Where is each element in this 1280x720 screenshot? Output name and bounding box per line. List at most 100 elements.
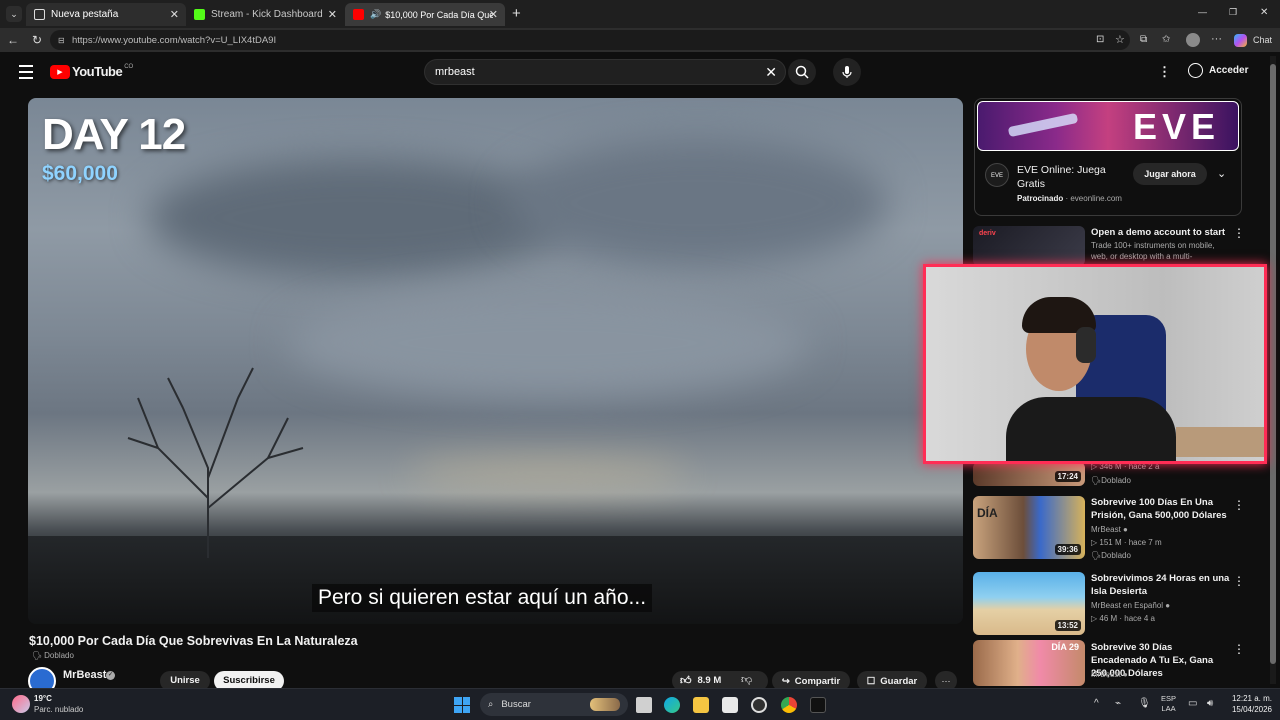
sign-in-button[interactable]: Acceder	[1188, 63, 1248, 78]
rec-meta: ▷ 46 M · hace 4 a	[1091, 614, 1155, 623]
store-icon[interactable]	[722, 697, 738, 713]
site-info-icon[interactable]: ⊟	[58, 36, 65, 45]
menu-icon[interactable]	[18, 65, 34, 79]
dub-badge: 🗣Doblado	[1091, 476, 1131, 485]
tab-close-icon[interactable]: ✕	[489, 8, 498, 21]
video-player[interactable]: DAY 12 $60,000 Pero si quieren estar aqu…	[28, 98, 963, 624]
list-item[interactable]: DÍA 39:36 Sobrevive 100 Días En Una Pris…	[973, 496, 1263, 560]
windows-taskbar: 19°C Parc. nublado ⌕ Buscar ^ ⌁ 🎙︎ ESP L…	[0, 688, 1280, 720]
search-button[interactable]	[788, 59, 816, 85]
scrollbar[interactable]	[1270, 56, 1276, 684]
cloud-shape	[288, 288, 808, 398]
voice-search-button[interactable]	[833, 58, 861, 86]
tab-actions-icon[interactable]: ⌄	[6, 6, 22, 22]
speaker-icon[interactable]: 🔊	[370, 9, 381, 20]
maximize-button[interactable]: ❐	[1229, 7, 1237, 18]
like-button[interactable]: 👍︎ 8.9 M	[680, 674, 721, 687]
taskbar-search-label: Buscar	[501, 699, 531, 710]
rec-thumbnail[interactable]: 17:24	[973, 462, 1085, 486]
rec-menu-icon[interactable]: ⋮	[1233, 226, 1245, 240]
list-item[interactable]: 17:24 ▷ 346 M · hace 2 a 🗣Doblado	[973, 460, 1263, 490]
favorites-icon[interactable]: ✩	[1162, 34, 1170, 46]
cloud-shape	[408, 458, 688, 488]
microphone-icon[interactable]: 🎙︎	[1138, 698, 1151, 709]
rec-menu-icon[interactable]: ⋮	[1233, 498, 1245, 512]
rec-thumbnail[interactable]: DÍA 39:36	[973, 496, 1085, 559]
chrome-icon[interactable]	[781, 697, 797, 713]
rec-menu-icon[interactable]: ⋮	[1233, 574, 1245, 588]
deriv-brand: deriv	[979, 230, 996, 237]
list-item[interactable]: 13:52 Sobrevivimos 24 Horas en una Isla …	[973, 572, 1263, 636]
language-indicator[interactable]: ESP LAA	[1161, 694, 1176, 714]
tab-new-tab[interactable]: Nueva pestaña ✕	[26, 3, 186, 26]
chat-label[interactable]: Chat	[1253, 35, 1272, 45]
clock[interactable]: 12:21 a. m. 15/04/2026	[1226, 693, 1272, 715]
file-explorer-icon[interactable]	[693, 697, 709, 713]
task-view-icon[interactable]	[636, 697, 652, 713]
ad-cta-button[interactable]: Jugar ahora	[1133, 163, 1207, 185]
tab-close-icon[interactable]: ✕	[328, 8, 337, 21]
extensions-icon[interactable]: ⧉	[1140, 34, 1147, 46]
browser-tab-bar: ⌄ Nueva pestaña ✕ Stream - Kick Dashboar…	[0, 0, 1280, 28]
weather-desc[interactable]: Parc. nublado	[34, 705, 83, 714]
minimize-button[interactable]: —	[1198, 7, 1207, 17]
webcam-overlay	[923, 264, 1267, 464]
obs-icon[interactable]	[751, 697, 767, 713]
weather-icon[interactable]	[12, 695, 30, 713]
share-label: Compartir	[794, 675, 841, 687]
back-icon[interactable]: ←	[7, 34, 19, 46]
volume-icon[interactable]: 🔊︎	[1207, 698, 1213, 709]
rec-channel-name: MrBeast	[1091, 670, 1121, 679]
clear-search-icon[interactable]: ✕	[765, 64, 777, 81]
save-label: Guardar	[880, 675, 918, 687]
search-icon: ⌕	[488, 699, 494, 710]
dislike-button[interactable]: 👎︎	[741, 673, 752, 686]
cloud-shape	[508, 138, 888, 268]
favorite-star-icon[interactable]: ☆	[1115, 34, 1125, 46]
refresh-icon[interactable]: ↻	[32, 34, 42, 46]
tab-label: Nueva pestaña	[51, 9, 119, 20]
rec-menu-icon[interactable]: ⋮	[1233, 642, 1245, 656]
thumb-text: DÍA	[977, 506, 998, 520]
url-text: https://www.youtube.com/watch?v=U_LIX4tD…	[72, 34, 277, 46]
weather-temp[interactable]: 19°C	[34, 694, 52, 703]
windows-start-icon[interactable]	[454, 697, 470, 713]
close-window-button[interactable]: ✕	[1260, 7, 1268, 18]
rec-thumbnail[interactable]: deriv	[973, 226, 1085, 266]
search-input[interactable]: mrbeast ✕	[424, 59, 786, 85]
channel-name[interactable]: MrBeast	[63, 669, 106, 681]
edge-icon[interactable]	[664, 697, 680, 713]
youtube-header: ▶ YouTube CO mrbeast ✕ ⋮ Acceder	[0, 52, 1280, 92]
copilot-icon[interactable]	[1234, 34, 1247, 47]
ad-sponsor-line: Patrocinado · eveonline.com	[1017, 194, 1122, 203]
tab-label: $10,000 Por Cada Día Que So	[385, 9, 494, 20]
network-icon[interactable]: ⌁	[1115, 698, 1121, 709]
rec-thumbnail[interactable]: 13:52	[973, 572, 1085, 635]
more-icon[interactable]: ···	[1211, 33, 1222, 45]
rec-thumbnail[interactable]: DÍA 29	[973, 640, 1085, 686]
tab-kick-dashboard[interactable]: Stream - Kick Dashboard ✕	[186, 3, 344, 26]
tab-youtube-video[interactable]: 🔊 $10,000 Por Cada Día Que So ✕	[345, 3, 505, 26]
verified-icon: ●	[1123, 670, 1128, 679]
youtube-logo[interactable]: ▶ YouTube CO	[50, 64, 133, 79]
profile-avatar[interactable]	[1186, 33, 1200, 47]
ad-banner[interactable]: EVE	[977, 101, 1239, 151]
reader-icon[interactable]: ⊡	[1096, 34, 1104, 46]
tab-close-icon[interactable]: ✕	[170, 8, 179, 21]
url-field[interactable]: ⊟ https://www.youtube.com/watch?v=U_LIX4…	[50, 30, 1130, 50]
new-tab-button[interactable]: +	[512, 5, 521, 22]
chevron-down-icon[interactable]: ⌄	[1217, 167, 1226, 180]
logo-text: YouTube	[72, 64, 123, 79]
display-icon[interactable]: ▭	[1188, 698, 1197, 709]
list-item[interactable]: DÍA 29 Sobrevive 30 Días Encadenado A Tu…	[973, 640, 1263, 686]
region-code: CO	[124, 64, 134, 70]
taskbar-search[interactable]: ⌕ Buscar	[480, 693, 628, 716]
settings-more-icon[interactable]: ⋮	[1158, 64, 1171, 80]
app-icon[interactable]	[810, 697, 826, 713]
dub-icon: 🗣	[32, 651, 43, 660]
scrollbar-thumb[interactable]	[1270, 64, 1276, 664]
thumb-text: DÍA 29	[1051, 642, 1079, 652]
show-hidden-icons[interactable]: ^	[1094, 698, 1099, 709]
ad-card[interactable]: EVE EVE EVE Online: Juega Gratis Patroci…	[974, 98, 1242, 216]
ad-title[interactable]: EVE Online: Juega Gratis	[1017, 163, 1117, 191]
